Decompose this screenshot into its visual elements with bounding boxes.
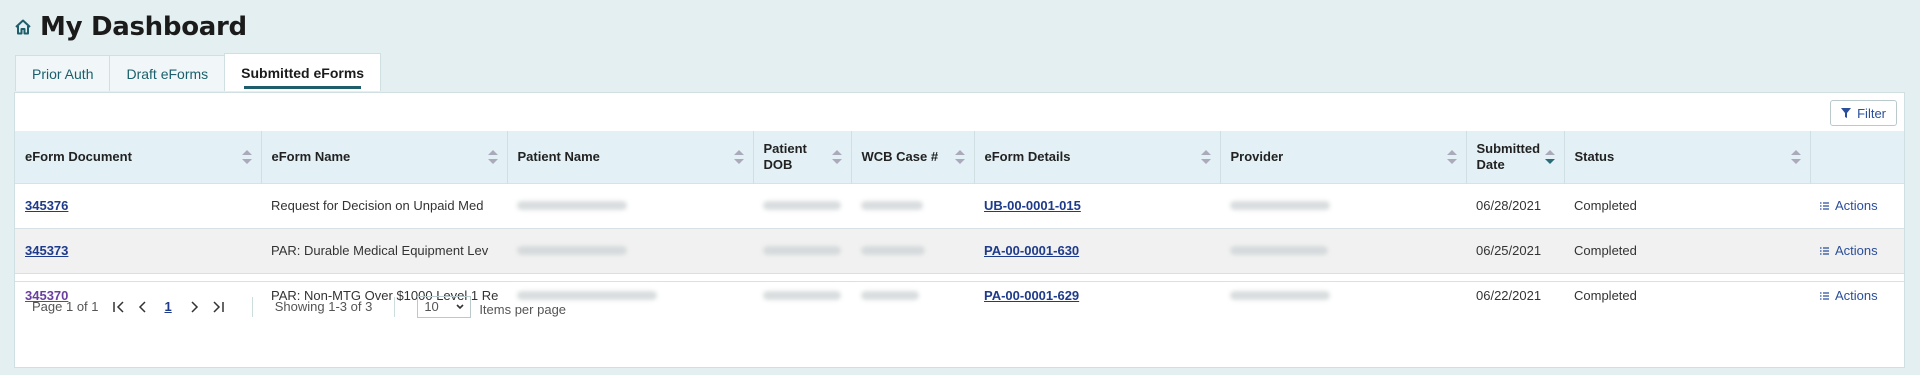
actions-button[interactable]: Actions [1820,198,1894,213]
sort-icon[interactable] [1790,148,1802,166]
table-row: 345376 Request for Decision on Unpaid Me… [15,183,1904,228]
tab-submitted-eforms[interactable]: Submitted eForms [224,53,382,91]
eforms-panel: Filter eForm Document eForm Name Patient… [14,92,1905,368]
eform-name-cell: PAR: Durable Medical Equipment Lev [271,243,489,258]
col-submitted-date[interactable]: Submitted Date [1466,131,1565,183]
eform-details-link[interactable]: PA-00-0001-630 [984,243,1079,258]
filter-label: Filter [1857,105,1886,121]
sort-icon[interactable] [241,148,253,166]
eform-document-link[interactable]: 345373 [25,243,68,258]
sort-icon[interactable] [1446,148,1458,166]
prev-page-icon[interactable] [131,295,155,319]
col-patient-name[interactable]: Patient Name [507,131,754,183]
eform-name-cell: Request for Decision on Unpaid Med [271,198,484,213]
col-provider[interactable]: Provider [1220,131,1467,183]
sort-icon[interactable] [831,148,843,166]
col-actions [1810,131,1904,183]
filter-button[interactable]: Filter [1830,100,1897,126]
last-page-icon[interactable] [206,295,230,319]
items-per-page-select[interactable]: 10 [417,295,472,318]
patient-dob-redacted [763,246,841,255]
sort-icon[interactable] [733,148,745,166]
tab-prior-auth[interactable]: Prior Auth [15,55,111,91]
col-patient-dob[interactable]: Patient DOB [753,131,852,183]
sort-icon[interactable] [1200,148,1212,166]
patient-dob-redacted [763,201,841,210]
list-icon [1820,246,1829,255]
wcb-case-redacted [861,201,923,210]
eform-details-link[interactable]: UB-00-0001-015 [984,198,1081,213]
divider [394,296,396,317]
sort-icon[interactable] [954,148,966,166]
sort-desc-icon[interactable] [1544,148,1556,166]
col-eform-details[interactable]: eForm Details [974,131,1221,183]
status-cell: Completed [1574,198,1637,213]
filter-icon [1841,108,1852,118]
col-status[interactable]: Status [1564,131,1811,183]
divider [251,296,253,317]
provider-redacted [1230,201,1330,210]
first-page-icon[interactable] [107,295,131,319]
actions-button[interactable]: Actions [1820,243,1894,258]
col-eform-name[interactable]: eForm Name [261,131,508,183]
patient-name-redacted [517,201,627,210]
table-toolbar: Filter [15,93,1904,131]
col-wcb-case[interactable]: WCB Case # [851,131,975,183]
page-number-current[interactable]: 1 [165,299,172,314]
showing-count: Showing 1-3 of 3 [274,299,373,314]
table-row: 345373 PAR: Durable Medical Equipment Le… [15,228,1904,273]
page-of-label: Page 1 of 1 [32,299,99,314]
pagination: Page 1 of 1 1 Showing 1-3 of 3 10 Items … [15,281,1904,331]
status-cell: Completed [1574,243,1637,258]
sort-icon[interactable] [487,148,499,166]
submitted-date-cell: 06/28/2021 [1476,198,1542,213]
page-header: My Dashboard [14,12,247,42]
table-header-row: eForm Document eForm Name Patient Name P… [15,131,1904,183]
patient-name-redacted [517,246,627,255]
next-page-icon[interactable] [182,295,206,319]
items-per-page-label: Items per page [479,302,567,317]
tab-draft-eforms[interactable]: Draft eForms [109,55,226,91]
tab-bar: Prior Auth Draft eForms Submitted eForms [15,53,382,91]
page-title: My Dashboard [40,12,247,42]
list-icon [1820,201,1829,210]
home-icon[interactable] [14,18,32,36]
submitted-date-cell: 06/25/2021 [1476,243,1542,258]
chevron-down-icon [456,303,464,309]
eform-document-link[interactable]: 345376 [25,198,68,213]
wcb-case-redacted [861,246,925,255]
col-eform-document[interactable]: eForm Document [15,131,262,183]
provider-redacted [1230,246,1328,255]
